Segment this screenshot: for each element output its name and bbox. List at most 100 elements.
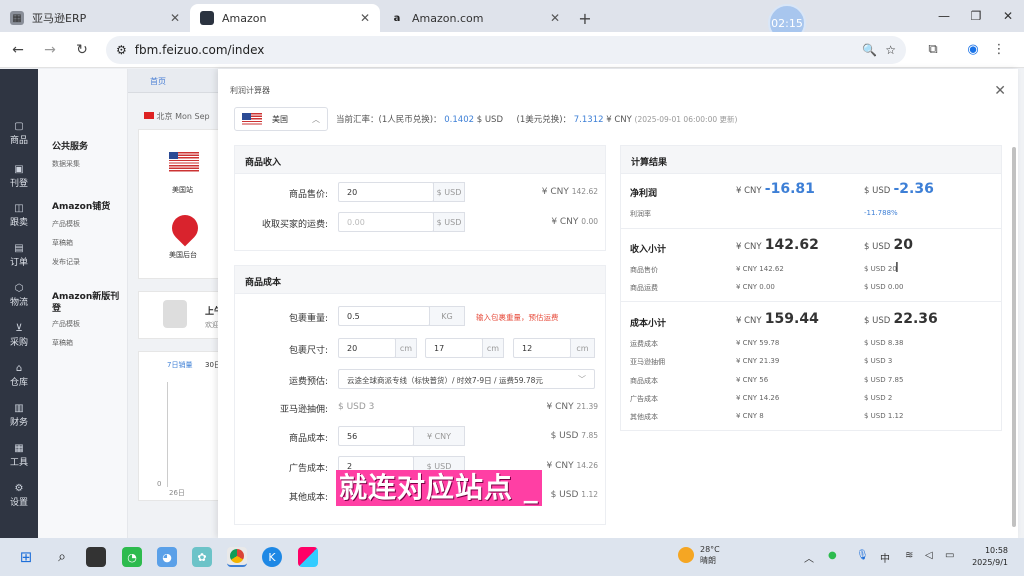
- bookmark-star-icon[interactable]: ☆: [885, 43, 896, 57]
- nav-item-listing[interactable]: ▣ 刊登: [0, 164, 38, 189]
- us-backend-label[interactable]: 美国后台: [169, 250, 197, 260]
- size-width-input[interactable]: 17: [425, 338, 483, 358]
- size-height-input[interactable]: 12: [513, 338, 571, 358]
- us-site-label[interactable]: 美国站: [172, 185, 193, 195]
- modal-title: 利润计算器: [230, 86, 270, 95]
- result-row-usd: $ USD 20: [864, 265, 897, 273]
- size-length-input[interactable]: 20: [338, 338, 396, 358]
- app-icon[interactable]: ✿: [192, 547, 212, 567]
- ship-estimate-label: 运费预估:: [288, 377, 328, 387]
- result-row-cny: ¥ CNY 56: [736, 376, 769, 384]
- nav-item-finance[interactable]: ▥ 财务: [0, 403, 38, 428]
- result-row-cny: ¥ CNY 21.39: [736, 357, 780, 365]
- nav-item-purchase[interactable]: ⊻ 采购: [0, 323, 38, 348]
- submenu-item[interactable]: 草稿箱: [52, 338, 73, 348]
- weather-widget[interactable]: 28°C 晴朗: [678, 544, 720, 566]
- scrollbar[interactable]: [1012, 147, 1016, 527]
- clock[interactable]: 10:58 2025/9/1: [972, 545, 1008, 569]
- close-icon[interactable]: ✕: [550, 11, 560, 25]
- weight-label: 包裹重量:: [288, 314, 328, 324]
- cart-icon: ⊻: [15, 323, 23, 334]
- result-row-label: 亚马逊抽佣: [630, 358, 665, 366]
- shipping-label: 收取买家的运费:: [261, 220, 328, 230]
- close-window-icon[interactable]: ✕: [992, 0, 1024, 32]
- reload-icon[interactable]: ↻: [68, 36, 96, 64]
- rate-update-time: (2025-09-01 06:00:00 更新): [634, 115, 738, 124]
- wechat-tray-icon[interactable]: ●: [828, 550, 837, 561]
- nav-item-follow[interactable]: ◫ 跟卖: [0, 203, 38, 228]
- zoom-icon[interactable]: 🔍: [862, 43, 877, 57]
- ship-estimate-select[interactable]: 云途全球商派专线（标快普货）/ 时效7-9日 / 运费59.78元 ﹀: [338, 369, 595, 389]
- search-icon[interactable]: ⌕: [52, 547, 72, 567]
- nav-item-orders[interactable]: ▤ 订单: [0, 243, 38, 268]
- submenu-item[interactable]: 产品模板: [52, 219, 80, 229]
- margin-value: -11.788%: [864, 209, 898, 217]
- result-row-usd: $ USD 1.12: [864, 412, 904, 420]
- panel-title: 商品收入: [235, 146, 605, 174]
- submenu-item[interactable]: 发布记录: [52, 257, 80, 267]
- chevron-up-icon[interactable]: ︿: [804, 550, 814, 565]
- result-row-usd: $ USD 7.85: [864, 376, 904, 384]
- weight-input[interactable]: 0.5: [338, 306, 430, 326]
- new-tab-button[interactable]: +: [570, 4, 600, 32]
- price-input[interactable]: 20: [338, 182, 434, 202]
- menu-icon[interactable]: ⋮: [986, 37, 1012, 63]
- forward-icon[interactable]: →: [36, 36, 64, 64]
- windows-start-icon[interactable]: ⊞: [16, 547, 36, 567]
- region-text: 北京 Mon Sep: [144, 111, 210, 122]
- cn-flag-icon: [144, 112, 154, 119]
- url-field[interactable]: ⚙ fbm.feizuo.com/index 🔍 ☆: [106, 35, 906, 64]
- sales-card: 7日销量 30日 0 26日: [138, 351, 228, 501]
- task-view-icon[interactable]: [86, 547, 106, 567]
- nav-item-product[interactable]: ▢ 商品: [0, 121, 38, 146]
- size-unit: cm: [570, 338, 595, 358]
- ime-indicator[interactable]: 中: [880, 550, 890, 565]
- close-icon[interactable]: ✕: [170, 11, 180, 25]
- cost-subtotal-cny: ¥ CNY 159.44: [736, 311, 819, 327]
- nav-item-warehouse[interactable]: ⌂ 仓库: [0, 363, 38, 388]
- submenu-item[interactable]: 草稿箱: [52, 238, 73, 248]
- product-cost-usd: $ USD 7.85: [550, 431, 598, 441]
- site-settings-icon[interactable]: ⚙: [116, 43, 127, 57]
- home-tab[interactable]: 首页: [128, 69, 228, 93]
- cost-subtotal-usd: $ USD 22.36: [864, 311, 938, 327]
- tab-amazon-com[interactable]: a Amazon.com ✕: [380, 4, 570, 32]
- chat-app-icon[interactable]: ◕: [157, 547, 177, 567]
- product-icon: ▢: [14, 121, 24, 132]
- product-cost-input[interactable]: 56: [338, 426, 414, 446]
- microphone-icon[interactable]: 🎙: [856, 550, 869, 561]
- tab-erp[interactable]: ▦ 亚马逊ERP ✕: [0, 4, 190, 32]
- close-icon[interactable]: ✕: [360, 11, 370, 25]
- wechat-icon[interactable]: ◔: [122, 547, 142, 567]
- tab-title: Amazon.com: [412, 11, 484, 25]
- tab-amazon[interactable]: Amazon ✕: [190, 4, 380, 32]
- submenu-item[interactable]: 数据采集: [52, 159, 80, 169]
- close-icon[interactable]: ✕: [994, 83, 1006, 99]
- extensions-icon[interactable]: ⧉: [920, 37, 946, 63]
- result-row-cny: ¥ CNY 142.62: [736, 265, 784, 273]
- nav-item-tools[interactable]: ▦ 工具: [0, 443, 38, 468]
- chrome-icon[interactable]: [227, 547, 247, 567]
- minimize-icon[interactable]: —: [928, 0, 960, 32]
- shipping-input[interactable]: 0.00: [338, 212, 434, 232]
- restore-icon[interactable]: ❐: [960, 0, 992, 32]
- k-app-icon[interactable]: K: [262, 547, 282, 567]
- colorful-app-icon[interactable]: [298, 547, 318, 567]
- exchange-rate: 当前汇率：(1人民币兑换)： 0.1402 $ USD (1美元兑换)： 7.1…: [336, 115, 738, 125]
- chevron-up-icon: ︿: [312, 114, 320, 124]
- result-row-label: 商品运费: [630, 284, 658, 292]
- battery-icon[interactable]: ▭: [945, 550, 954, 561]
- volume-icon[interactable]: ◁: [925, 550, 933, 561]
- nav-item-settings[interactable]: ⚙ 设置: [0, 483, 38, 508]
- logistics-icon: ⬡: [14, 283, 24, 294]
- profit-usd: $ USD -2.36: [864, 181, 934, 197]
- country-select[interactable]: 美国 ︿: [234, 107, 328, 131]
- sales-tab[interactable]: 7日销量: [167, 360, 192, 370]
- nav-item-logistics[interactable]: ⬡ 物流: [0, 283, 38, 308]
- commission-usd: $ USD 3: [338, 402, 375, 412]
- wifi-icon[interactable]: ≋: [905, 550, 913, 561]
- submenu-item[interactable]: 产品模板: [52, 319, 80, 329]
- profile-icon[interactable]: ◉: [960, 37, 986, 63]
- result-row-usd: $ USD 0.00: [864, 283, 904, 291]
- back-icon[interactable]: ←: [4, 36, 32, 64]
